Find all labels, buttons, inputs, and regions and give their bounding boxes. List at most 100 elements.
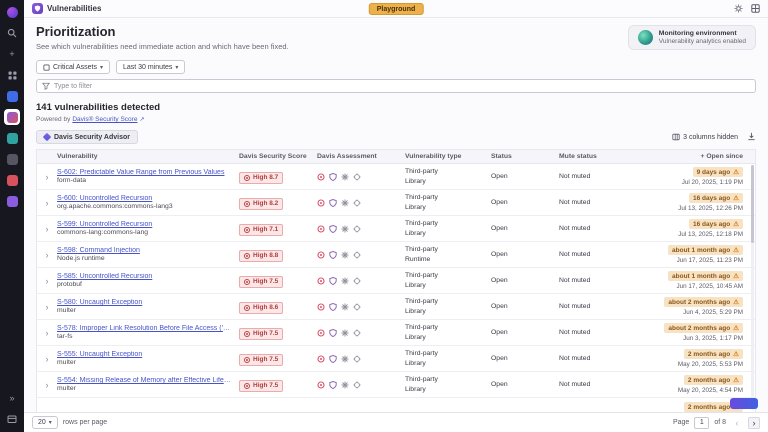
- row-expander[interactable]: ›: [37, 276, 57, 286]
- data-assets-icon: [341, 329, 349, 337]
- storage-icon[interactable]: [4, 411, 20, 427]
- app-dashboards-icon[interactable]: [4, 193, 20, 209]
- mute-status-cell: Not muted: [559, 380, 631, 390]
- status-cell: Open: [491, 354, 559, 364]
- vulnerable-function-icon: [353, 381, 361, 389]
- vulnerability-type-cell: Third-party Library: [405, 375, 491, 394]
- public-exploit-icon: [317, 173, 325, 181]
- open-since-badge: about 2 months ago ⚠: [664, 297, 743, 307]
- mute-status-cell: Not muted: [559, 276, 631, 286]
- scrollbar-thumb[interactable]: [751, 165, 754, 243]
- table-row[interactable]: › S-602: Predictable Value Range from Pr…: [37, 164, 755, 190]
- row-expander[interactable]: ›: [37, 328, 57, 338]
- table-row[interactable]: › S-555: Uncaught Exception multer High …: [37, 346, 755, 372]
- download-button[interactable]: [747, 132, 756, 143]
- davis-security-advisor-button[interactable]: Davis Security Advisor: [36, 130, 138, 144]
- vulnerability-link[interactable]: S-580: Uncaught Exception: [57, 299, 231, 306]
- davis-security-score-badge: High 8.8: [239, 250, 283, 262]
- row-expander[interactable]: ›: [37, 380, 57, 390]
- warning-icon: ⚠: [733, 220, 739, 228]
- settings-gear-icon[interactable]: [734, 0, 743, 18]
- column-header-vulnerability-type[interactable]: Vulnerability type: [405, 153, 491, 160]
- environment-badge[interactable]: Playground: [369, 3, 424, 15]
- download-icon: [747, 132, 756, 141]
- table-row[interactable]: › S-578: Improper Link Resolution Before…: [37, 320, 755, 346]
- table-row[interactable]: › S-600: Uncontrolled Recursion org.apac…: [37, 190, 755, 216]
- table-row[interactable]: › S-580: Uncaught Exception multer High …: [37, 294, 755, 320]
- collapse-sidebar-icon[interactable]: »: [4, 390, 20, 406]
- mute-status-cell: Not muted: [559, 198, 631, 208]
- table-row[interactable]: › S-599: Uncontrolled Recursion commons-…: [37, 216, 755, 242]
- rows-per-page-select[interactable]: 20 ▾: [32, 416, 58, 429]
- row-expander[interactable]: ›: [37, 354, 57, 364]
- asset-icon: [43, 64, 50, 71]
- vulnerable-function-icon: [353, 173, 361, 181]
- table-row[interactable]: › S-554: Missing Release of Memory after…: [37, 372, 755, 398]
- app-kubernetes-icon[interactable]: [4, 88, 20, 104]
- internet-exposure-icon: [329, 225, 337, 233]
- app-services-icon[interactable]: [4, 130, 20, 146]
- open-since-cell: 2 months ago ⚠ May 20, 2025, 4:54 PM: [631, 375, 755, 394]
- status-cell: Open: [491, 380, 559, 390]
- mute-status-cell: Not muted: [559, 172, 631, 182]
- vulnerability-link[interactable]: S-555: Uncaught Exception: [57, 351, 231, 358]
- critical-assets-dropdown[interactable]: Critical Assets ▾: [36, 60, 110, 74]
- column-header-open-since[interactable]: + Open since: [631, 153, 755, 160]
- vulnerability-link[interactable]: S-554: Missing Release of Memory after E…: [57, 377, 231, 384]
- internet-exposure-icon: [329, 199, 337, 207]
- open-since-cell: about 2 months ago ⚠ Jun 4, 2025, 5:29 P…: [631, 297, 755, 316]
- time-range-dropdown[interactable]: Last 30 minutes ▾: [116, 60, 185, 74]
- row-expander[interactable]: ›: [37, 224, 57, 234]
- vulnerability-link[interactable]: S-600: Uncontrolled Recursion: [57, 195, 231, 202]
- row-expander[interactable]: ›: [37, 198, 57, 208]
- vulnerability-link[interactable]: S-599: Uncontrolled Recursion: [57, 221, 231, 228]
- filter-row: Critical Assets ▾ Last 30 minutes ▾: [36, 60, 756, 74]
- row-expander[interactable]: ›: [37, 302, 57, 312]
- page-number-input[interactable]: 1: [694, 417, 709, 429]
- vulnerability-package: multer: [57, 385, 231, 392]
- vulnerability-link[interactable]: S-585: Uncontrolled Recursion: [57, 273, 231, 280]
- severity-gauge-icon: [244, 175, 250, 181]
- vulnerability-link[interactable]: S-578: Improper Link Resolution Before F…: [57, 325, 231, 332]
- filter-placeholder: Type to filter: [54, 83, 92, 90]
- table-row[interactable]: › S-598: Command Injection Node.js runti…: [37, 242, 755, 268]
- vulnerability-link[interactable]: S-602: Predictable Value Range from Prev…: [57, 169, 231, 176]
- table-row[interactable]: › S-585: Uncontrolled Recursion protobuf…: [37, 268, 755, 294]
- davis-security-score-link[interactable]: Davis® Security Score: [72, 116, 137, 123]
- column-header-davis-security-score[interactable]: Davis Security Score: [239, 153, 317, 160]
- dynatrace-logo-icon[interactable]: [4, 4, 20, 20]
- app-problems-icon[interactable]: [4, 172, 20, 188]
- column-header-vulnerability[interactable]: Vulnerability: [57, 153, 239, 160]
- previous-page-button[interactable]: ‹: [731, 417, 743, 429]
- monitoring-environment-icon: [638, 30, 653, 45]
- row-expander[interactable]: ›: [37, 172, 57, 182]
- warning-icon: ⚠: [733, 246, 739, 254]
- next-page-button[interactable]: ›: [748, 417, 760, 429]
- open-since-cell: 2 months ago ⚠ May 20, 2025, 5:53 PM: [631, 349, 755, 368]
- table-row-partial[interactable]: 2 months ago ⚠: [37, 401, 755, 412]
- open-since-cell: 16 days ago ⚠ Jul 13, 2025, 12:26 PM: [631, 193, 755, 212]
- apps-menu-icon[interactable]: [751, 0, 760, 18]
- davis-security-score-badge: High 8.7: [239, 172, 283, 184]
- data-assets-icon: [341, 251, 349, 259]
- column-header-mute-status[interactable]: Mute status: [559, 153, 631, 160]
- public-exploit-icon: [317, 251, 325, 259]
- column-header-status[interactable]: Status: [491, 153, 559, 160]
- filter-input[interactable]: Type to filter: [36, 79, 756, 93]
- monitoring-environment-card[interactable]: Monitoring environment Vulnerability ana…: [628, 25, 756, 50]
- davis-security-score-badge: High 7.5: [239, 354, 283, 366]
- column-header-davis-assessment[interactable]: Davis Assessment: [317, 153, 405, 160]
- vertical-scrollbar[interactable]: [751, 165, 754, 410]
- search-icon[interactable]: [4, 25, 20, 41]
- app-hosts-icon[interactable]: [4, 151, 20, 167]
- apps-grid-icon[interactable]: [4, 67, 20, 83]
- vulnerability-link[interactable]: S-598: Command Injection: [57, 247, 231, 254]
- add-icon[interactable]: +: [4, 46, 20, 62]
- toolbar-row: Davis Security Advisor 3 columns hidden: [36, 130, 756, 144]
- davis-copilot-button[interactable]: [730, 398, 758, 409]
- davis-security-score-badge: High 8.2: [239, 198, 283, 210]
- row-expander[interactable]: ›: [37, 250, 57, 260]
- app-vulnerabilities-icon[interactable]: [4, 109, 20, 125]
- davis-assessment-cell: [317, 355, 405, 363]
- columns-hidden-button[interactable]: 3 columns hidden: [672, 133, 738, 141]
